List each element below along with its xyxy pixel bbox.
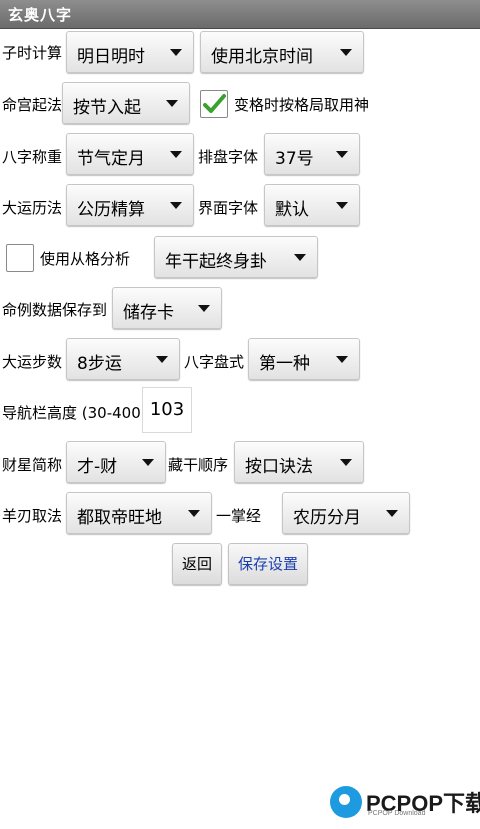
- chart-font-spinner[interactable]: 37号: [264, 133, 360, 175]
- minggong-spinner-value: 按节入起: [73, 98, 141, 118]
- congge-checkbox[interactable]: [6, 244, 34, 272]
- save-location-label: 命例数据保存到: [2, 301, 108, 319]
- dropdown-arrow-icon: [336, 202, 348, 209]
- navbar-height-label: 导航栏高度 (30-400): [2, 404, 147, 422]
- zishi-spinner-value: 明日明时: [77, 47, 145, 67]
- watermark-logo: PCPOP下载 PCPOP Download: [330, 780, 480, 826]
- dropdown-arrow-icon: [336, 356, 348, 363]
- yizhangjing-spinner[interactable]: 农历分月: [282, 492, 410, 534]
- timezone-spinner[interactable]: 使用北京时间: [200, 31, 364, 73]
- ui-font-spinner-value: 默认: [275, 200, 309, 220]
- dayun-calendar-label: 大运历法: [2, 199, 63, 217]
- dropdown-arrow-icon: [198, 305, 210, 312]
- canggan-spinner-value: 按口诀法: [245, 457, 313, 477]
- dropdown-arrow-icon: [336, 151, 348, 158]
- app-title: 玄奥八字: [8, 6, 73, 24]
- bazi-weight-label: 八字称重: [2, 148, 63, 166]
- dropdown-arrow-icon: [156, 356, 168, 363]
- minggong-label: 命宫起法: [2, 96, 63, 114]
- chart-style-spinner[interactable]: 第一种: [248, 338, 360, 380]
- chart-style-label: 八字盘式: [184, 353, 245, 371]
- chart-style-spinner-value: 第一种: [259, 354, 310, 374]
- yangren-spinner-value: 都取帝旺地: [77, 508, 162, 528]
- save-settings-button[interactable]: 保存设置: [228, 543, 308, 585]
- congge-checkbox-label: 使用从格分析: [40, 250, 131, 268]
- gua-spinner[interactable]: 年干起终身卦: [154, 236, 318, 278]
- minggong-spinner[interactable]: 按节入起: [62, 82, 190, 124]
- dropdown-arrow-icon: [166, 100, 178, 107]
- bazi-weight-spinner-value: 节气定月: [77, 149, 145, 169]
- watermark-sub: PCPOP Download: [368, 810, 426, 817]
- dayun-steps-spinner-value: 8步运: [77, 354, 122, 374]
- back-button[interactable]: 返回: [172, 543, 222, 585]
- caixing-label: 财星简称: [2, 456, 63, 474]
- canggan-spinner[interactable]: 按口诀法: [234, 441, 364, 483]
- dropdown-arrow-icon: [170, 49, 182, 56]
- chart-font-label: 排盘字体: [198, 148, 259, 166]
- zishi-label: 子时计算: [2, 44, 63, 62]
- dayun-steps-label: 大运步数: [2, 353, 63, 371]
- dayun-calendar-spinner[interactable]: 公历精算: [66, 184, 194, 226]
- dayun-steps-spinner[interactable]: 8步运: [66, 338, 180, 380]
- biange-checkbox-label: 变格时按格局取用神: [234, 96, 370, 114]
- navbar-height-input[interactable]: 103: [142, 387, 192, 433]
- dropdown-arrow-icon: [340, 459, 352, 466]
- dropdown-arrow-icon: [188, 510, 200, 517]
- save-location-spinner-value: 储存卡: [123, 303, 174, 323]
- dropdown-arrow-icon: [340, 49, 352, 56]
- dropdown-arrow-icon: [386, 510, 398, 517]
- canggan-label: 藏干顺序: [168, 456, 229, 474]
- ui-font-spinner[interactable]: 默认: [264, 184, 360, 226]
- zishi-spinner[interactable]: 明日明时: [66, 31, 194, 73]
- yizhangjing-spinner-value: 农历分月: [293, 508, 361, 528]
- dropdown-arrow-icon: [294, 254, 306, 261]
- title-bar: 玄奥八字: [0, 0, 480, 29]
- caixing-spinner-value: 才-财: [77, 457, 118, 477]
- dropdown-arrow-icon: [142, 459, 154, 466]
- pcpop-logo-icon: [330, 786, 362, 818]
- yangren-spinner[interactable]: 都取帝旺地: [66, 492, 212, 534]
- dropdown-arrow-icon: [170, 151, 182, 158]
- biange-checkbox[interactable]: [200, 90, 228, 118]
- chart-font-spinner-value: 37号: [275, 149, 314, 169]
- gua-spinner-value: 年干起终身卦: [165, 252, 267, 272]
- bazi-weight-spinner[interactable]: 节气定月: [66, 133, 194, 175]
- dayun-calendar-spinner-value: 公历精算: [77, 200, 145, 220]
- caixing-spinner[interactable]: 才-财: [66, 441, 166, 483]
- save-location-spinner[interactable]: 储存卡: [112, 287, 222, 329]
- ui-font-label: 界面字体: [198, 199, 259, 217]
- dropdown-arrow-icon: [170, 202, 182, 209]
- timezone-spinner-value: 使用北京时间: [211, 47, 313, 67]
- yizhangjing-label: 一掌经: [216, 507, 262, 525]
- yangren-label: 羊刃取法: [2, 507, 63, 525]
- checkmark-icon: [203, 94, 226, 113]
